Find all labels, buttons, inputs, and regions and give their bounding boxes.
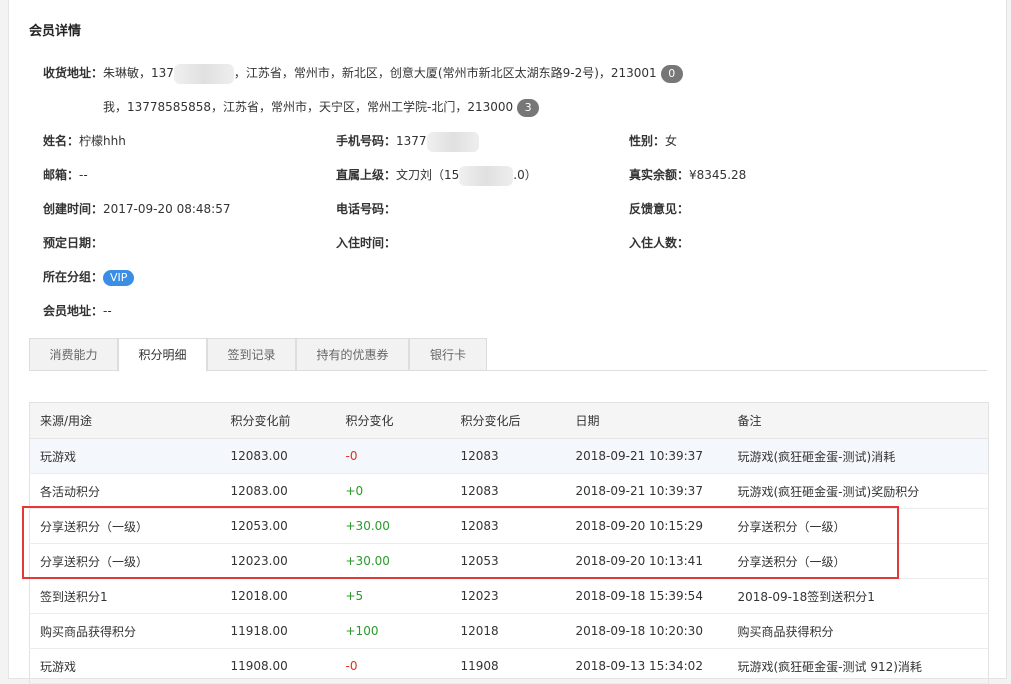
feedback-field: 反馈意见： — [629, 202, 690, 216]
redacted-mask — [459, 165, 514, 186]
column-header: 来源/用途 — [29, 402, 221, 439]
tab-bank-card[interactable]: 银行卡 — [409, 338, 487, 371]
table-row: 分享送积分（一级） 12053.00 +30.00 12083 2018-09-20 1… — [29, 508, 989, 544]
tab-points-detail[interactable]: 积分明细 — [118, 338, 207, 372]
email-field: 邮箱：-- — [43, 168, 88, 182]
balance-field: 真实余额：¥8345.28 — [629, 168, 747, 182]
table-row: 各活动积分 12083.00 +0 12083 2018-09-21 10:39:37 玩… — [29, 473, 989, 509]
shipping-address-label: 收货地址： — [43, 66, 104, 80]
shipping-address-text-post: ，江苏省，常州市，新北区，创意大厦(常州市新北区太湖东路9-2号)，213001 — [233, 66, 657, 80]
shipping-address-row-1: 收货地址：朱琳敏，137 ，江苏省，常州市，新北区，创意大厦(常州市新北区太湖东路… — [43, 63, 683, 84]
tab-consumption[interactable]: 消费能力 — [29, 338, 118, 371]
phone-field: 手机号码：1377 — [336, 131, 479, 152]
page-title: 会员详情 — [29, 24, 82, 39]
created-time-field: 创建时间：2017-09-20 08:48:57 — [43, 202, 231, 216]
shipping-address-text-pre: 朱琳敏，137 — [103, 66, 174, 80]
redacted-mask — [426, 131, 479, 152]
name-field: 姓名：柠檬hhh — [43, 134, 126, 148]
column-header: 备注 — [727, 402, 989, 439]
shipping-address-text: 我，13778585858，江苏省，常州市，天宁区，常州工学院-北门，21300… — [103, 100, 514, 114]
redacted-mask — [173, 63, 234, 84]
column-header: 积分变化前 — [220, 402, 336, 439]
column-header: 日期 — [565, 402, 728, 439]
member-address-field: 会员地址：-- — [43, 304, 112, 318]
detail-tabs: 消费能力 积分明细 签到记录 持有的优惠券 银行卡 — [29, 338, 987, 372]
table-row: 签到送积分1 12018.00 +5 12023 2018-09-18 15:39:54… — [29, 578, 989, 614]
guests-field: 入住人数： — [629, 236, 690, 250]
tab-coupons[interactable]: 持有的优惠券 — [296, 338, 409, 371]
checkin-time-field: 入住时间： — [336, 236, 397, 250]
column-header: 积分变化 — [335, 402, 451, 439]
column-header: 积分变化后 — [450, 402, 566, 439]
table-row: 玩游戏 11908.00 -0 11908 2018-09-13 15:34:02 玩游戏… — [29, 648, 989, 684]
superior-field: 直属上级：文刀刘（15.0） — [336, 165, 537, 186]
points-table: 来源/用途 积分变化前 积分变化 积分变化后 日期 备注 玩游戏 12083.00… — [29, 402, 989, 684]
vip-badge: VIP — [103, 269, 135, 286]
address-count-badge[interactable]: 0 — [660, 64, 683, 83]
table-row: 玩游戏 12083.00 -0 12083 2018-09-21 10:39:37 玩游戏… — [29, 438, 989, 474]
address-count-badge[interactable]: 3 — [517, 98, 540, 117]
shipping-address-row-2: 我，13778585858，江苏省，常州市，天宁区，常州工学院-北门，21300… — [103, 97, 540, 117]
table-header-row: 来源/用途 积分变化前 积分变化 积分变化后 日期 备注 — [29, 402, 989, 439]
member-detail-card: 会员详情 收货地址：朱琳敏，137 ，江苏省，常州市，新北区，创意大厦(常州市新北… — [8, 0, 1007, 684]
tab-checkin-records[interactable]: 签到记录 — [207, 338, 296, 371]
reserve-date-field: 预定日期： — [43, 236, 104, 250]
group-field: 所在分组： VIP — [43, 267, 135, 287]
gender-field: 性别：女 — [629, 134, 678, 148]
table-row: 分享送积分（一级） 12023.00 +30.00 12053 2018-09-20 1… — [29, 543, 989, 579]
table-row: 购买商品获得积分 11918.00 +100 12018 2018-09-18 10:2… — [29, 613, 989, 649]
telephone-field: 电话号码： — [336, 202, 397, 216]
